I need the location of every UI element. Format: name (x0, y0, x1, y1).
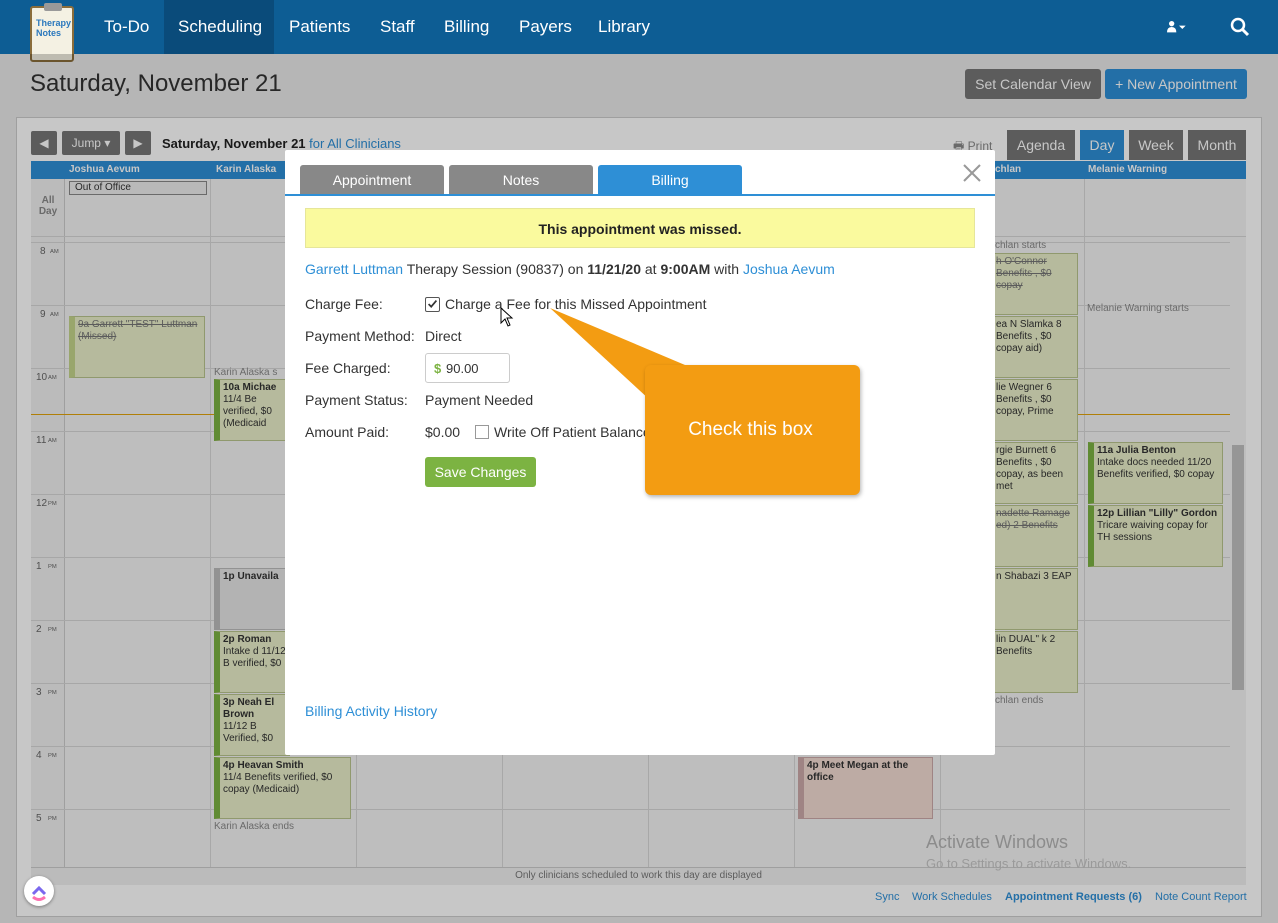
clickup-icon[interactable] (24, 876, 54, 906)
top-navigation-bar: Therapy Notes To-Do Scheduling Patients … (0, 0, 1278, 62)
missed-appointment-banner: This appointment was missed. (305, 208, 975, 248)
tutorial-callout: Check this box (645, 365, 860, 495)
nav-item-todo[interactable]: To-Do (90, 0, 163, 54)
nav-item-staff[interactable]: Staff (366, 0, 429, 54)
user-menu-icon[interactable] (1167, 17, 1187, 37)
nav-item-library[interactable]: Library (584, 0, 664, 54)
currency-symbol: $ (434, 361, 442, 376)
payment-method-label: Payment Method: (305, 328, 415, 344)
tab-notes[interactable]: Notes (449, 165, 593, 196)
close-icon[interactable] (961, 162, 983, 184)
amount-paid-label: Amount Paid: (305, 424, 390, 440)
fee-charged-label: Fee Charged: (305, 360, 391, 376)
appointment-modal: Appointment Notes Billing This appointme… (285, 150, 995, 755)
nav-item-patients[interactable]: Patients (275, 0, 364, 54)
tab-appointment[interactable]: Appointment (300, 165, 444, 196)
payment-status-value: Payment Needed (425, 392, 534, 408)
write-off-label[interactable]: Write Off Patient Balance (494, 424, 651, 440)
appointment-summary: Garrett Luttman Therapy Session (90837) … (305, 261, 835, 277)
write-off-checkbox[interactable] (475, 425, 489, 439)
fee-charged-value: 90.00 (446, 361, 479, 376)
save-changes-button[interactable]: Save Changes (425, 457, 536, 487)
mouse-cursor-icon (500, 307, 514, 327)
charge-fee-label: Charge Fee: (305, 296, 383, 312)
payment-status-label: Payment Status: (305, 392, 408, 408)
windows-activation-subtext: Go to Settings to activate Windows. (926, 856, 1132, 871)
payment-method-value: Direct (425, 328, 462, 344)
billing-activity-history-link[interactable]: Billing Activity History (305, 703, 437, 719)
clinician-link[interactable]: Joshua Aevum (743, 261, 835, 277)
clipboard-clip-icon (44, 3, 62, 11)
logo-text: Therapy Notes (36, 18, 72, 38)
search-icon[interactable] (1230, 17, 1250, 37)
amount-paid-value: $0.00 (425, 424, 461, 440)
tab-underline (285, 194, 995, 196)
tab-billing[interactable]: Billing (598, 165, 742, 196)
callout-text: Check this box (688, 419, 813, 440)
fee-charged-input[interactable]: $ 90.00 (425, 353, 510, 383)
checkmark-icon (427, 300, 438, 308)
charge-fee-checkbox[interactable] (425, 297, 440, 312)
nav-item-scheduling[interactable]: Scheduling (164, 0, 274, 54)
nav-item-payers[interactable]: Payers (505, 0, 586, 54)
nav-item-billing[interactable]: Billing (430, 0, 503, 54)
patient-link[interactable]: Garrett Luttman (305, 261, 403, 277)
windows-activation-watermark: Activate Windows (926, 832, 1069, 852)
